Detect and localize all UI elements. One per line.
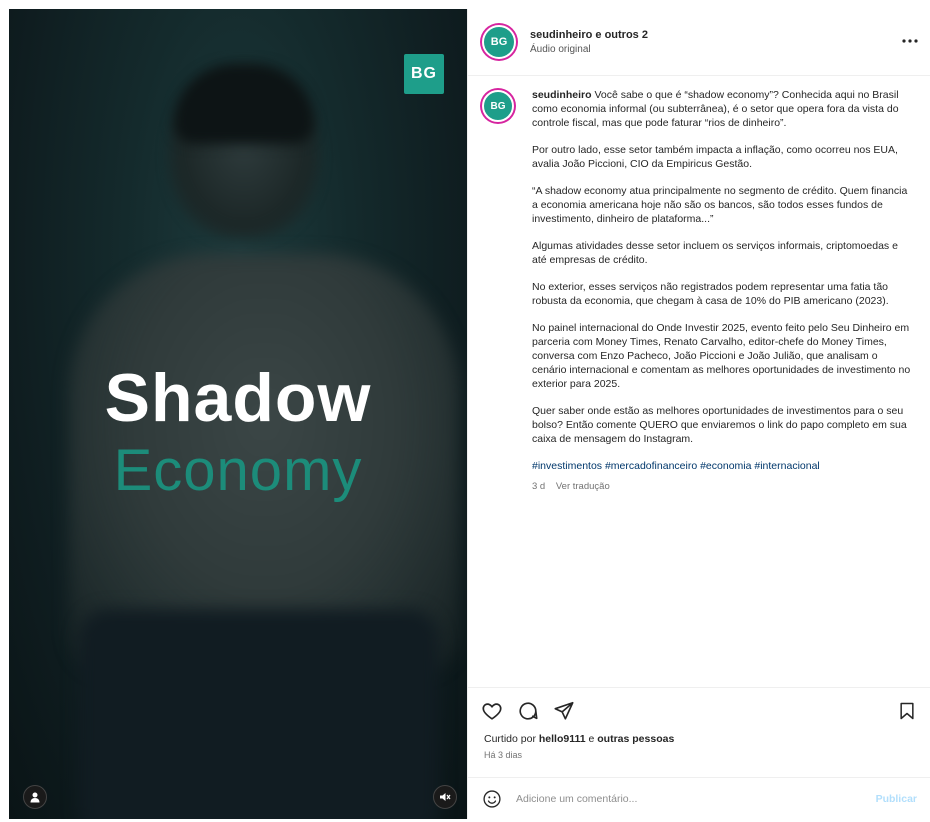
caption: BG seudinheiro Você sabe o que é “shadow… — [468, 76, 930, 494]
caption-username[interactable]: seudinheiro — [532, 89, 592, 101]
emoji-icon — [483, 789, 501, 808]
comment-input[interactable] — [516, 792, 876, 805]
heart-icon — [482, 702, 502, 720]
caption-body: seudinheiro Você sabe o que é “shadow ec… — [532, 88, 912, 494]
caption-paragraph: Por outro lado, esse setor também impact… — [532, 144, 898, 170]
others-link[interactable]: outras pessoas — [597, 733, 674, 745]
caption-paragraph: No painel internacional do Onde Investir… — [532, 322, 911, 390]
post-details-panel: BG seudinheiro e outros 2 Áudio original… — [467, 9, 930, 819]
comment-icon — [519, 701, 538, 720]
action-bar — [468, 687, 930, 733]
like-button[interactable] — [480, 699, 504, 723]
caption-paragraph: Quer saber onde estão as melhores oportu… — [532, 405, 907, 445]
comment-bar: Publicar — [468, 777, 930, 819]
share-button[interactable] — [552, 699, 576, 723]
mute-button[interactable] — [433, 785, 457, 809]
more-options-button[interactable] — [901, 31, 919, 49]
emoji-button[interactable] — [482, 789, 502, 809]
caption-paragraph: No exterior, esses serviços não registra… — [532, 281, 889, 307]
person-hair — [174, 64, 314, 144]
video-title-line1: Shadow — [104, 360, 372, 436]
video-title-line2: Economy — [113, 438, 363, 503]
audio-label[interactable]: Áudio original — [530, 44, 648, 55]
person-legs — [79, 609, 439, 819]
post-header: BG seudinheiro e outros 2 Áudio original — [468, 9, 930, 75]
speaker-muted-icon — [440, 793, 451, 801]
save-button[interactable] — [895, 699, 919, 723]
translate-link[interactable]: Ver tradução — [556, 481, 610, 492]
comments-area[interactable]: BG seudinheiro Você sabe o que é “shadow… — [468, 75, 930, 687]
post-video[interactable]: BG Shadow Economy — [9, 9, 467, 819]
bookmark-icon — [900, 702, 914, 719]
caption-avatar[interactable]: BG — [482, 90, 514, 122]
caption-paragraph: “A shadow economy atua principalmente no… — [532, 185, 908, 225]
post-modal: BG Shadow Economy BG seudinheiro e outro… — [0, 0, 930, 822]
publish-button[interactable]: Publicar — [876, 793, 917, 805]
brand-logo: BG — [404, 54, 444, 94]
header-text: seudinheiro e outros 2 Áudio original — [530, 29, 648, 55]
author-username[interactable]: seudinheiro e outros 2 — [530, 29, 648, 41]
likes-summary: Curtido por hello9111 e outras pessoas — [484, 733, 674, 745]
post-time: Há 3 dias — [484, 750, 523, 760]
more-horizontal-icon — [902, 39, 918, 43]
caption-paragraph: Algumas atividades desse setor incluem o… — [532, 240, 898, 266]
caption-hashtags[interactable]: #investimentos #mercadofinanceiro #econo… — [532, 459, 912, 473]
comment-button[interactable] — [516, 699, 540, 723]
likes-connector: e — [585, 733, 598, 745]
caption-paragraph: seudinheiro Você sabe o que é “shadow ec… — [532, 88, 912, 130]
liker-username[interactable]: hello9111 — [539, 733, 586, 745]
caption-meta: 3 d Ver tradução — [532, 480, 912, 494]
likes-prefix: Curtido por — [484, 733, 539, 745]
person-icon — [30, 792, 40, 803]
caption-time: 3 d — [532, 481, 546, 492]
share-icon — [554, 701, 574, 720]
author-avatar[interactable]: BG — [482, 25, 516, 59]
tagged-users-button[interactable] — [23, 785, 47, 809]
